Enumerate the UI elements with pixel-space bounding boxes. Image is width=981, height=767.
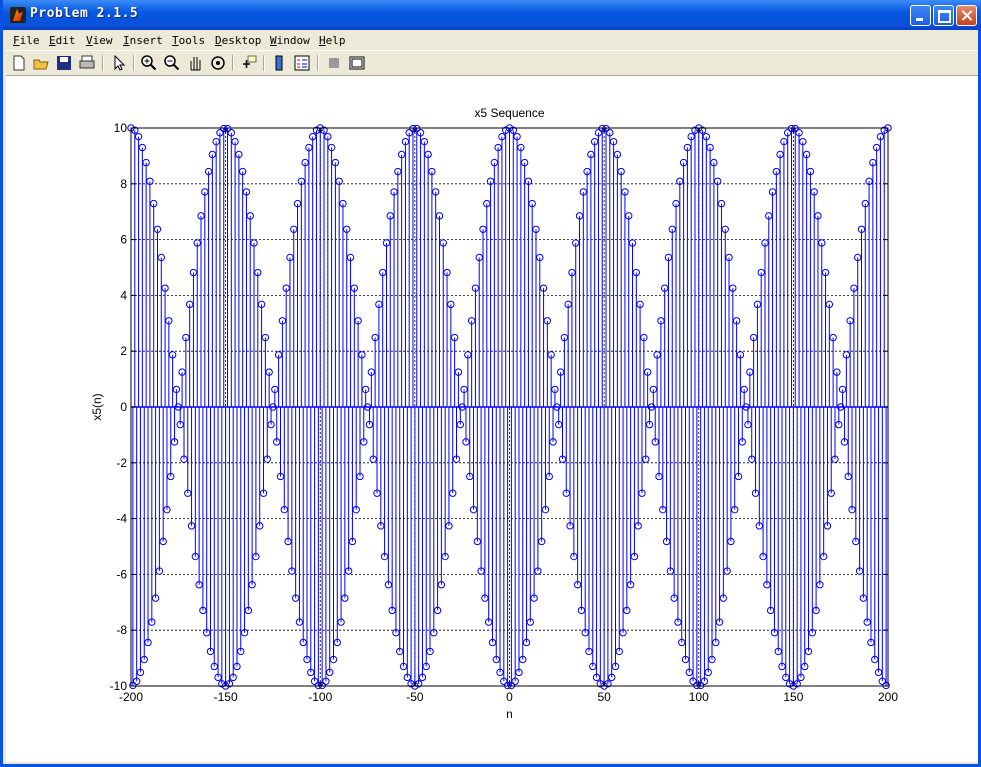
colorbar-icon[interactable] bbox=[271, 54, 289, 72]
pan-icon[interactable] bbox=[186, 54, 204, 72]
close-button[interactable] bbox=[956, 5, 977, 26]
toolbar bbox=[6, 50, 978, 76]
menu-file[interactable]: File bbox=[13, 34, 40, 47]
maximize-button[interactable] bbox=[933, 5, 954, 26]
figure-canvas: -200 -150 -100 -50 0 50 100 150 200 -10 -8 -6 -4 -2 0 2… bbox=[6, 76, 978, 762]
x-tick-label: 0 bbox=[506, 690, 513, 704]
pointer-icon[interactable] bbox=[110, 54, 128, 72]
matlab-logo-icon bbox=[10, 7, 26, 23]
legend-icon[interactable] bbox=[293, 54, 311, 72]
x-axis-label: n bbox=[506, 707, 513, 721]
zoom-in-icon[interactable] bbox=[140, 54, 158, 72]
menu-desktop[interactable]: Desktop bbox=[215, 34, 261, 47]
menu-help[interactable]: Help bbox=[319, 34, 346, 47]
show-plot-tools-icon[interactable] bbox=[348, 54, 366, 72]
menu-bar: File Edit View Insert Tools Desktop Wind… bbox=[6, 30, 978, 50]
menu-window[interactable]: Window bbox=[270, 34, 310, 47]
y-tick-label: 2 bbox=[120, 344, 127, 358]
hide-plot-tools-icon[interactable] bbox=[325, 54, 343, 72]
x-tick-label: -150 bbox=[214, 690, 238, 704]
toolbar-separator bbox=[133, 55, 135, 71]
menu-insert[interactable]: Insert bbox=[123, 34, 163, 47]
stem-chart: -200 -150 -100 -50 0 50 100 150 200-10-8-6-4-202… bbox=[90, 106, 898, 721]
toolbar-separator bbox=[263, 55, 265, 71]
x-tick-label: -50 bbox=[406, 690, 424, 704]
y-tick-label: -6 bbox=[116, 567, 127, 581]
menu-edit[interactable]: Edit bbox=[49, 34, 76, 47]
menu-view[interactable]: View bbox=[86, 34, 113, 47]
rotate-icon[interactable] bbox=[209, 54, 227, 72]
y-tick-label: 8 bbox=[120, 177, 127, 191]
y-tick-label: -4 bbox=[116, 512, 127, 526]
print-icon[interactable] bbox=[78, 54, 96, 72]
window-title: Problem 2.1.5 bbox=[30, 6, 139, 21]
new-icon[interactable] bbox=[10, 54, 28, 72]
y-tick-label: -10 bbox=[110, 679, 128, 693]
toolbar-separator bbox=[317, 55, 319, 71]
zoom-out-icon[interactable] bbox=[163, 54, 181, 72]
x-tick-label: -100 bbox=[308, 690, 332, 704]
y-tick-label: 0 bbox=[120, 400, 127, 414]
save-icon[interactable] bbox=[55, 54, 73, 72]
minimize-button[interactable] bbox=[910, 5, 931, 26]
y-tick-label: 4 bbox=[120, 288, 127, 302]
x-tick-label: 150 bbox=[783, 690, 803, 704]
data-cursor-icon[interactable] bbox=[240, 54, 258, 72]
toolbar-separator bbox=[102, 55, 104, 71]
menu-tools[interactable]: Tools bbox=[172, 34, 205, 47]
y-axis-label: x5(n) bbox=[90, 393, 104, 420]
figure-window: Problem 2.1.5 File Edit View Insert Tool… bbox=[0, 0, 981, 767]
chart-title: x5 Sequence bbox=[474, 106, 544, 120]
open-icon[interactable] bbox=[32, 54, 50, 72]
title-bar[interactable]: Problem 2.1.5 bbox=[3, 0, 981, 30]
y-tick-label: -2 bbox=[116, 456, 127, 470]
y-tick-label: 6 bbox=[120, 233, 127, 247]
y-tick-label: 10 bbox=[114, 121, 128, 135]
toolbar-separator bbox=[232, 55, 234, 71]
x-tick-label: 100 bbox=[689, 690, 709, 704]
x-tick-label: 50 bbox=[597, 690, 611, 704]
y-tick-label: -8 bbox=[116, 623, 127, 637]
x-tick-label: 200 bbox=[878, 690, 898, 704]
